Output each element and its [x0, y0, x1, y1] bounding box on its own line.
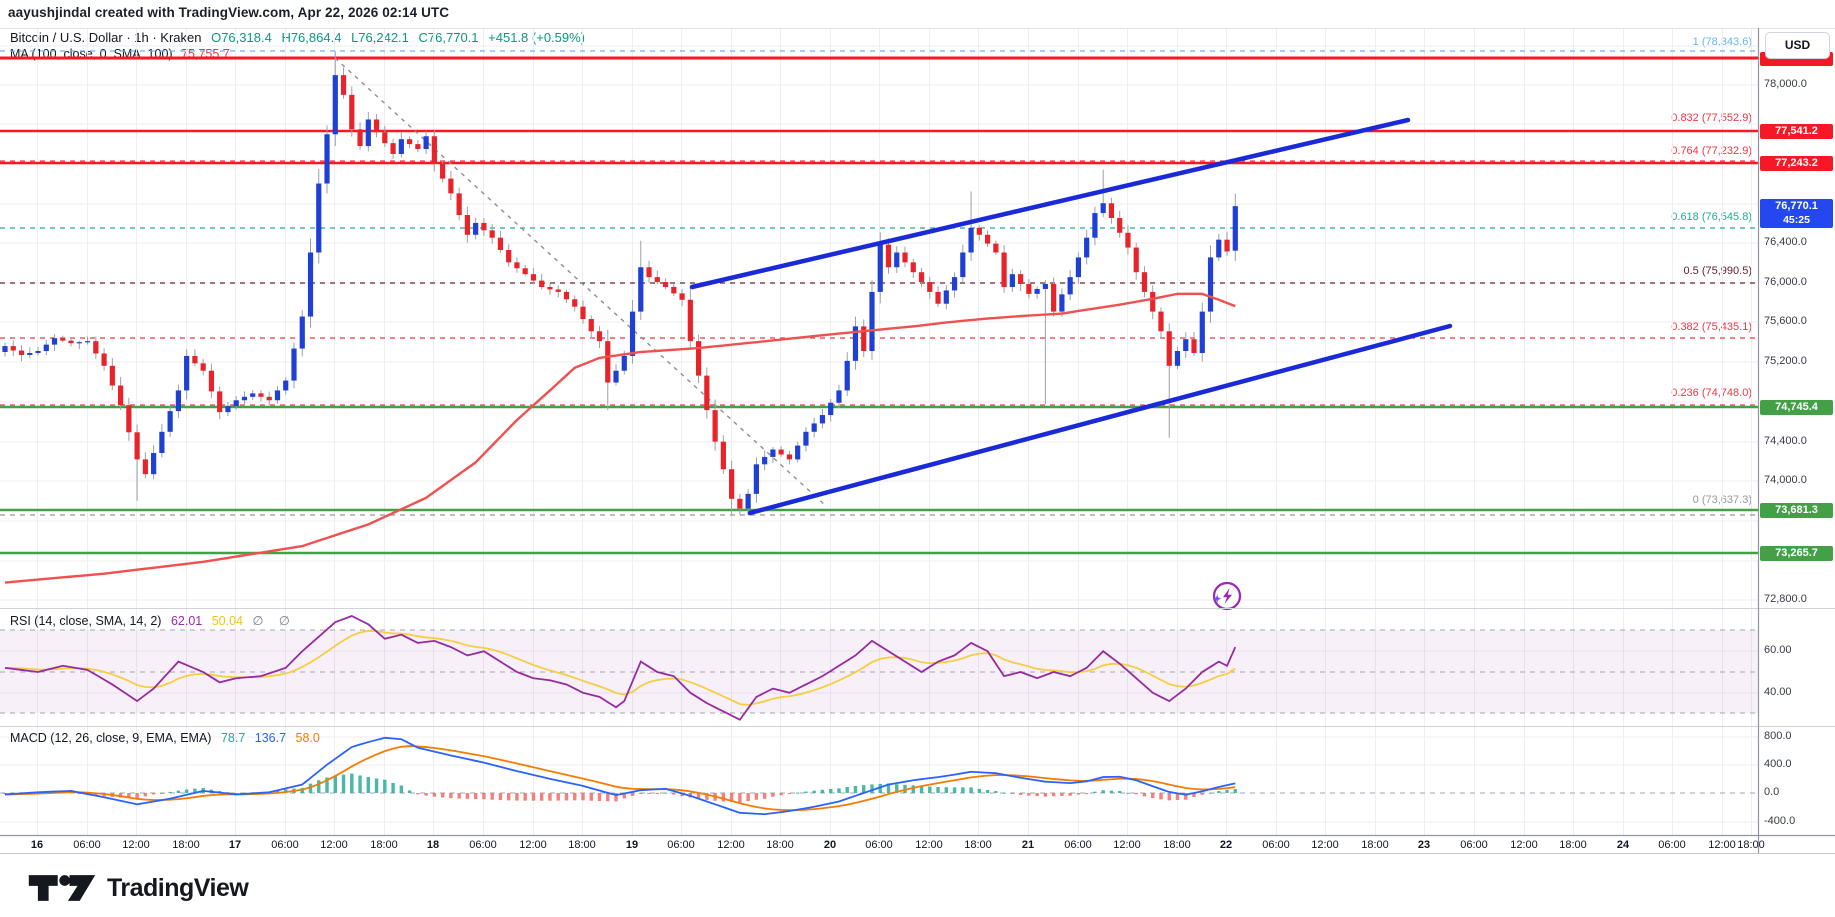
- price-badge: 73,681.3: [1760, 503, 1833, 518]
- macd-label[interactable]: MACD (12, 26, close, 9, EMA, EMA): [10, 731, 211, 745]
- price-badge: 77,541.2: [1760, 124, 1833, 139]
- tradingview-logo-icon: [27, 873, 97, 903]
- flash-drawing-icon[interactable]: [1213, 583, 1240, 609]
- rsi-empty-values: ∅ ∅: [252, 614, 295, 628]
- rsi-indicator-row: RSI (14, close, SMA, 14, 2) 62.01 50.04 …: [10, 613, 296, 628]
- rsi-ma-value: 50.04: [212, 614, 243, 628]
- price-badge: 73,265.7: [1760, 546, 1833, 561]
- tradingview-logo-text: TradingView: [107, 874, 248, 903]
- rsi-pane: [0, 616, 1758, 720]
- chart-canvas[interactable]: [0, 0, 1835, 917]
- price-badge: 74,745.4: [1760, 400, 1833, 415]
- rsi-value: 62.01: [171, 614, 202, 628]
- price-badge: 76,770.145:25: [1760, 199, 1833, 228]
- rsi-label[interactable]: RSI (14, close, SMA, 14, 2): [10, 614, 161, 628]
- macd-value: 136.7: [255, 731, 286, 745]
- tradingview-logo[interactable]: TradingView: [27, 873, 248, 903]
- macd-signal-value: 58.0: [296, 731, 320, 745]
- tradingview-chart-app: aayushjindal created with TradingView.co…: [0, 0, 1835, 917]
- price-badge: 77,243.2: [1760, 156, 1833, 171]
- macd-indicator-row: MACD (12, 26, close, 9, EMA, EMA) 78.7 1…: [10, 731, 320, 745]
- currency-toggle-button[interactable]: USD: [1765, 32, 1830, 59]
- macd-hist-value: 78.7: [221, 731, 245, 745]
